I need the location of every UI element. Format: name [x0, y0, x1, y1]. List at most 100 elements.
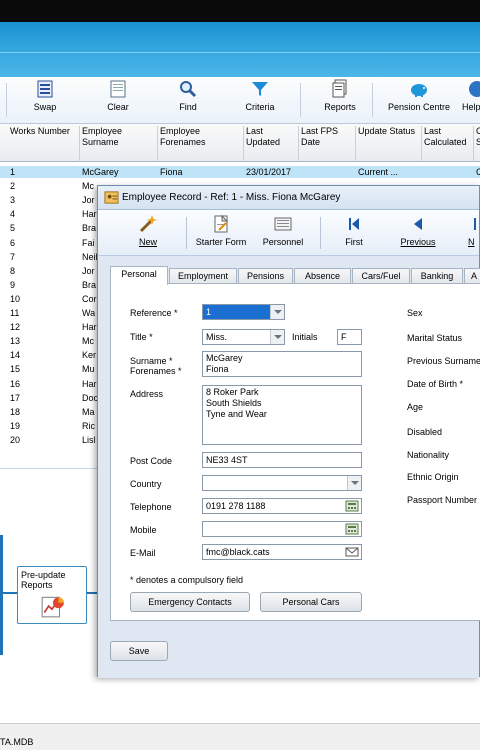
table-cell: 19 — [10, 420, 21, 431]
personnel-icon — [274, 217, 292, 231]
reports-button[interactable]: Reports — [318, 79, 362, 112]
pension-centre-button[interactable]: Pension Centre — [384, 79, 454, 112]
mobile-field[interactable] — [202, 521, 362, 537]
chevron-down-icon[interactable] — [270, 305, 284, 319]
column-header[interactable]: C S — [474, 126, 480, 162]
reports-label: Reports — [324, 102, 356, 112]
find-button[interactable]: Find — [169, 79, 207, 112]
passport-number-label: Passport Number — [407, 495, 478, 505]
emergency-contacts-button[interactable]: Emergency Contacts — [130, 592, 250, 612]
chevron-down-icon[interactable] — [347, 476, 361, 490]
email-field[interactable]: fmc@black.cats — [202, 544, 362, 560]
title-label: Title * — [130, 332, 153, 342]
table-cell: 7 — [10, 251, 16, 262]
phone-icon[interactable] — [345, 500, 359, 512]
first-button[interactable]: First — [336, 214, 372, 247]
dialog-toolbar: New Starter Form Personnel First Previou… — [98, 210, 479, 256]
table-cell: 5 — [10, 223, 16, 234]
country-label: Country — [130, 479, 162, 489]
telephone-field[interactable]: 0191 278 1188 — [202, 498, 362, 514]
dialog-title-bar[interactable]: Employee Record - Ref: 1 - Miss. Fiona M… — [98, 186, 479, 210]
swap-button[interactable]: Swap — [25, 79, 65, 112]
column-header[interactable]: Employee Surname — [80, 126, 158, 162]
table-cell: Ker — [82, 350, 97, 361]
table-cell: Har — [82, 322, 97, 333]
clear-button[interactable]: Clear — [98, 79, 138, 112]
initials-field[interactable]: F — [337, 329, 362, 345]
next-icon — [474, 218, 476, 230]
chevron-down-icon[interactable] — [270, 330, 284, 344]
table-cell: 9 — [10, 279, 16, 290]
reference-select[interactable]: 1 — [202, 304, 285, 320]
table-cell: Fai — [82, 237, 95, 248]
column-header[interactable]: Employee Forenames — [158, 126, 244, 162]
name-field[interactable]: McGarey Fiona — [202, 351, 362, 377]
column-header[interactable]: Works Number — [8, 126, 80, 162]
postcode-field[interactable]: NE33 4ST — [202, 452, 362, 468]
personnel-label: Personnel — [262, 237, 304, 247]
criteria-label: Criteria — [245, 102, 275, 112]
table-cell: Lisl — [82, 434, 96, 445]
new-button[interactable]: New — [130, 214, 166, 247]
tab-absence[interactable]: Absence — [294, 268, 351, 284]
table-cell: Current ... — [358, 167, 399, 177]
address-label: Address — [130, 389, 164, 399]
column-header[interactable]: Last FPS Date — [299, 126, 356, 162]
first-label: First — [345, 237, 363, 247]
table-cell: 3 — [10, 195, 16, 206]
tab-cars-fuel[interactable]: Cars/Fuel — [352, 268, 410, 284]
email-label: E-Mail — [130, 548, 156, 558]
criteria-button[interactable]: Criteria — [240, 79, 280, 112]
table-cell: Mc — [82, 181, 94, 192]
title-select[interactable]: Miss. — [202, 329, 285, 345]
table-cell: Doc — [82, 392, 99, 403]
initials-label: Initials — [292, 332, 318, 342]
address-field[interactable]: 8 Roker Park South Shields Tyne and Wear — [202, 385, 362, 445]
envelope-icon[interactable] — [345, 546, 359, 558]
reports-icon — [332, 79, 347, 98]
status-bar: TA.MDB — [0, 723, 480, 750]
previous-surname-label: Previous Surname — [407, 356, 480, 366]
column-header[interactable]: Last Updated — [244, 126, 299, 162]
table-cell: 1 — [10, 167, 16, 177]
phone-icon[interactable] — [345, 523, 359, 535]
column-header[interactable]: Update Status — [356, 126, 422, 162]
help-button[interactable]: Help — [462, 79, 480, 112]
marital-status-label: Marital Status — [407, 333, 463, 343]
next-button[interactable]: N — [468, 214, 480, 247]
personal-cars-button[interactable]: Personal Cars — [260, 592, 362, 612]
save-button[interactable]: Save — [110, 641, 168, 661]
criteria-icon — [252, 82, 268, 96]
table-cell: Har — [82, 209, 97, 220]
table-cell: 14 — [10, 350, 21, 361]
table-cell: Har — [82, 378, 97, 389]
table-row[interactable]: 1 McGarey Fiona 23/01/2017 Current ... C — [0, 166, 480, 178]
report-chart-icon — [41, 596, 64, 618]
previous-button[interactable]: Previous — [396, 214, 440, 247]
clear-icon — [110, 80, 126, 98]
toolbar-separator — [6, 83, 7, 117]
table-cell: Cor — [82, 293, 97, 304]
country-select[interactable] — [202, 475, 362, 491]
nationality-label: Nationality — [407, 450, 450, 460]
dialog-footer: Save — [98, 621, 479, 678]
pre-update-reports-label: Pre-update Reports — [21, 570, 66, 590]
tab-banking[interactable]: Banking — [411, 268, 463, 284]
ribbon-divider — [0, 52, 480, 53]
table-cell: McGarey — [82, 167, 119, 177]
flow-connector — [0, 535, 3, 655]
title-value: Miss. — [206, 332, 227, 342]
personnel-button[interactable]: Personnel — [258, 214, 308, 247]
pre-update-reports-node[interactable]: Pre-update Reports — [17, 566, 87, 624]
tab-employment[interactable]: Employment — [169, 268, 237, 284]
tab-more[interactable]: A — [464, 268, 480, 284]
toolbar-separator — [320, 217, 321, 249]
column-header[interactable]: Last Calculated — [422, 126, 474, 162]
tab-personal[interactable]: Personal — [110, 266, 168, 285]
tab-pensions[interactable]: Pensions — [238, 268, 293, 284]
compulsory-note: * denotes a compulsory field — [130, 575, 244, 585]
table-cell: 17 — [10, 392, 21, 403]
starter-form-button[interactable]: Starter Form — [192, 214, 250, 247]
forenames-label: Forenames * — [130, 366, 182, 376]
flow-connector — [2, 592, 17, 594]
